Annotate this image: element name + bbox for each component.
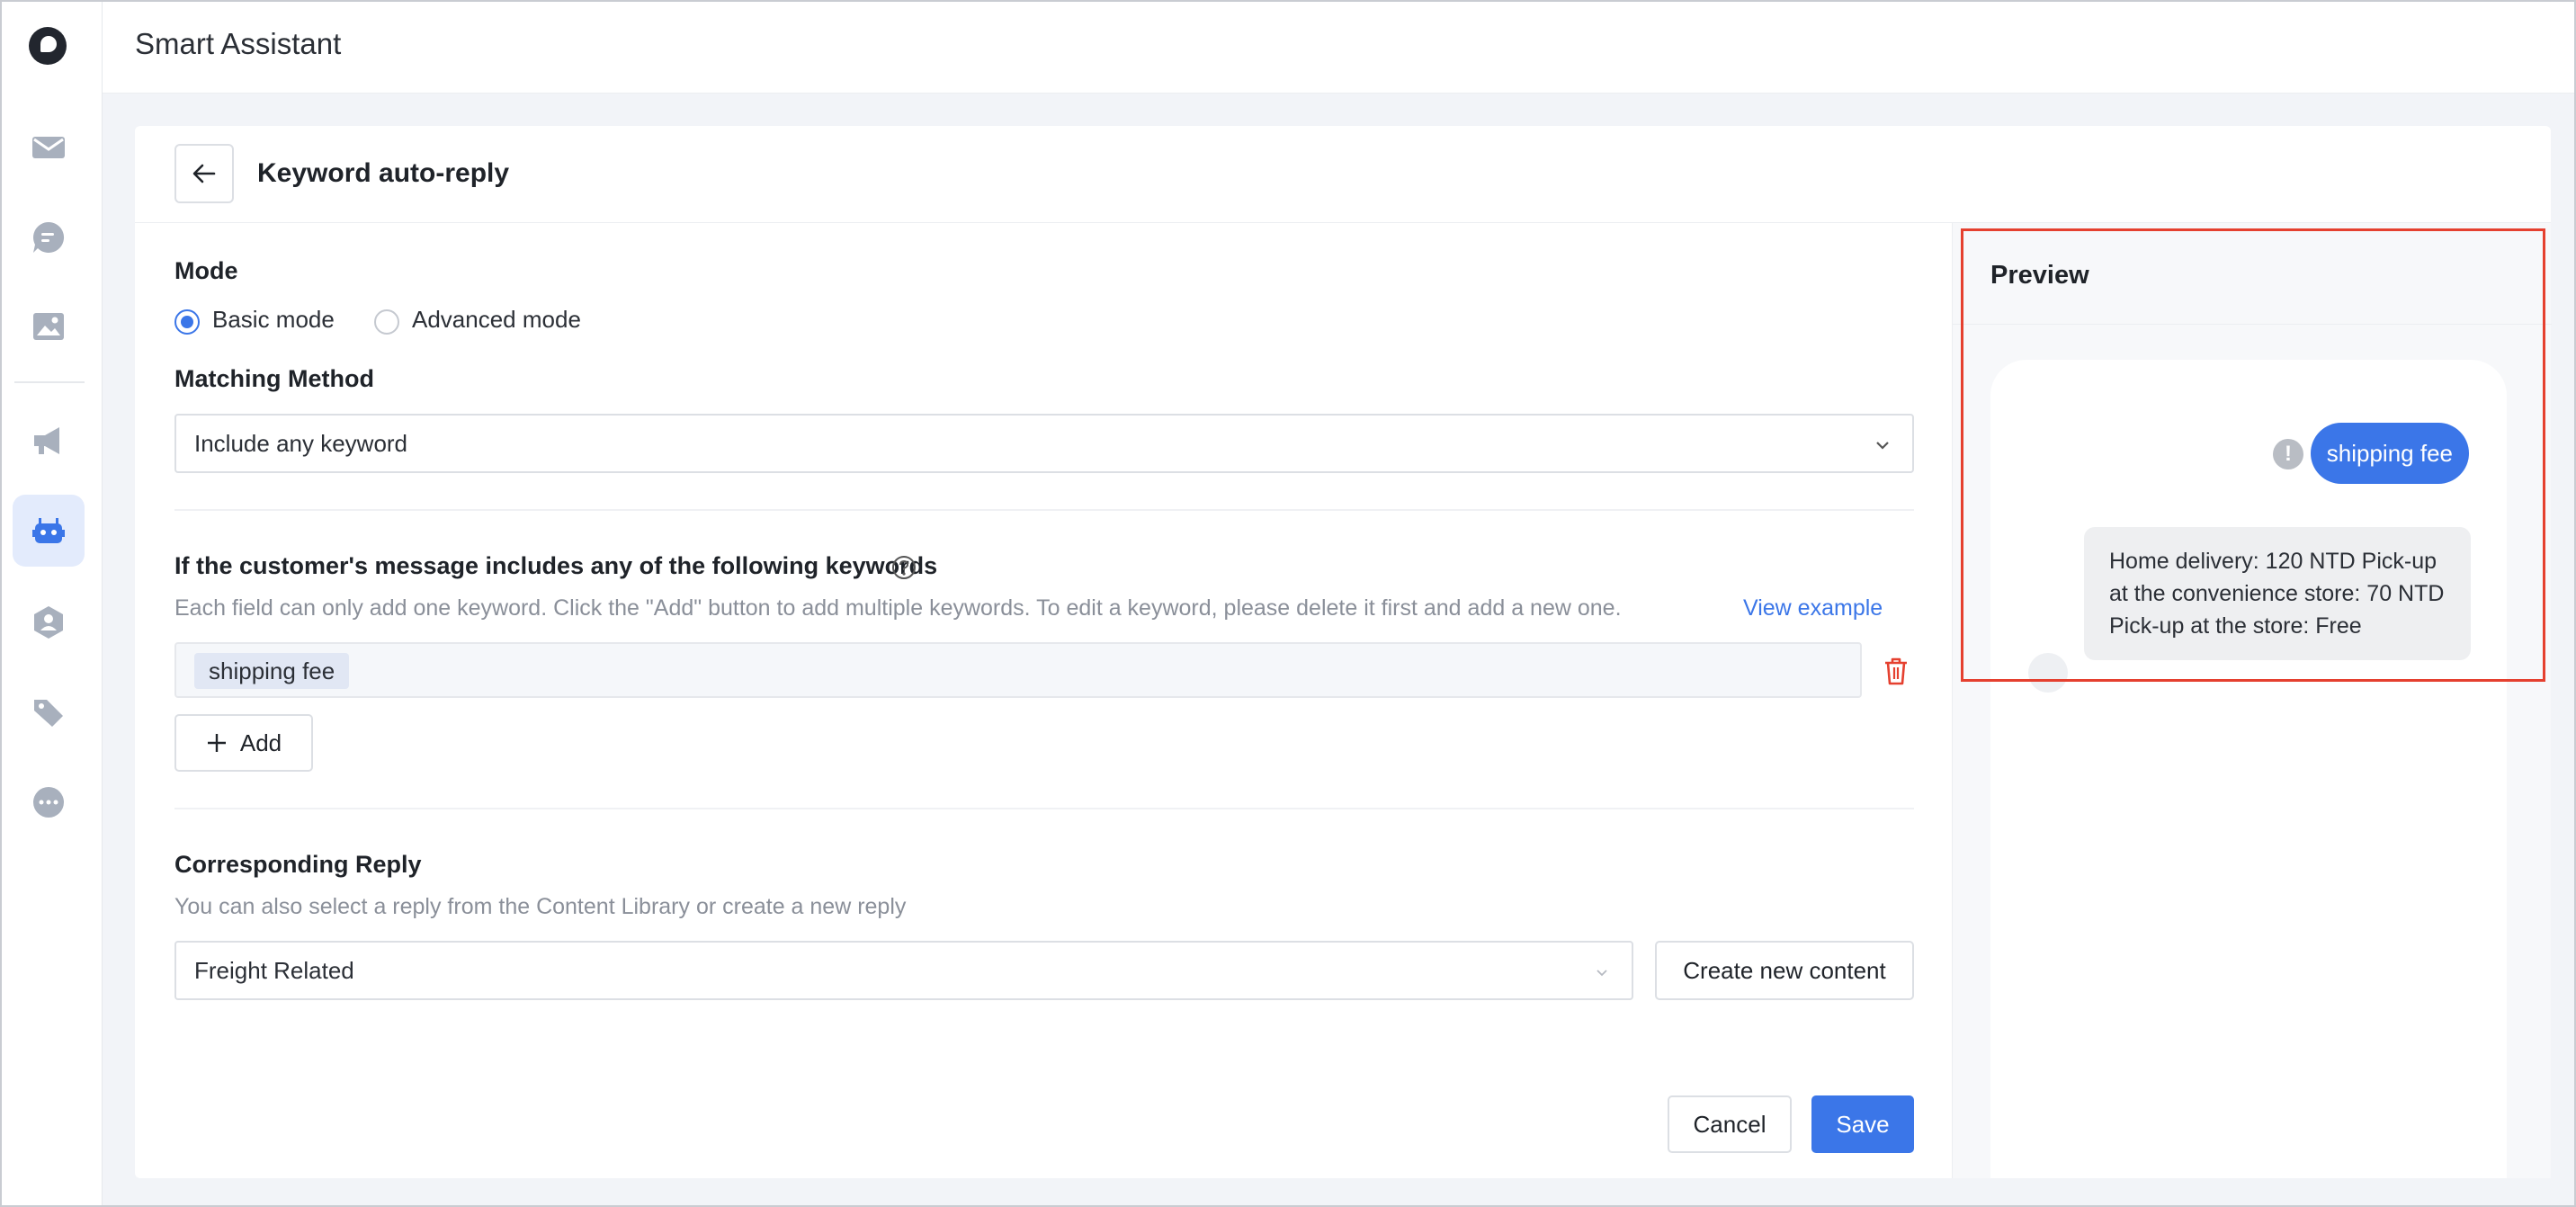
save-button[interactable]: Save xyxy=(1811,1095,1914,1153)
sidebar-item-media[interactable] xyxy=(13,291,85,363)
sidebar-divider xyxy=(14,381,85,383)
broadcast-icon xyxy=(34,427,59,454)
plus-icon xyxy=(207,734,226,752)
tag-icon xyxy=(34,700,63,727)
section-divider xyxy=(174,509,1914,511)
help-icon[interactable] xyxy=(890,554,917,581)
mode-label: Mode xyxy=(174,257,238,284)
chevron-down-icon xyxy=(1876,442,1889,450)
create-content-label: Create new content xyxy=(1683,956,1886,984)
basic-mode-radio[interactable] xyxy=(174,309,200,335)
advanced-mode-radio[interactable] xyxy=(374,309,399,335)
sidebar xyxy=(0,0,103,1207)
keywords-label: If the customer's message includes any o… xyxy=(174,552,938,579)
back-button[interactable] xyxy=(174,144,234,203)
more-icon xyxy=(33,787,64,818)
preview-highlight-box xyxy=(1961,228,2545,682)
matching-method-select[interactable]: Include any keyword xyxy=(174,414,1914,473)
sidebar-item-more[interactable] xyxy=(13,766,85,838)
sidebar-item-chat[interactable] xyxy=(13,201,85,273)
arrow-left-icon xyxy=(192,164,216,183)
create-content-button[interactable]: Create new content xyxy=(1655,941,1914,1000)
keyword-tag[interactable]: shipping fee xyxy=(194,653,350,689)
add-keyword-button[interactable]: Add xyxy=(174,714,313,772)
matching-method-value: Include any keyword xyxy=(194,430,408,457)
advanced-mode-label[interactable]: Advanced mode xyxy=(412,306,581,334)
chevron-down-icon xyxy=(1597,970,1607,977)
save-label: Save xyxy=(1836,1110,1890,1138)
bot-icon xyxy=(32,518,65,543)
sidebar-item-broadcast[interactable] xyxy=(13,405,85,477)
keyword-input[interactable]: shipping fee xyxy=(174,642,1862,698)
basic-mode-label[interactable]: Basic mode xyxy=(212,306,335,334)
top-bar: Smart Assistant xyxy=(103,0,2576,94)
reply-value: Freight Related xyxy=(194,957,354,984)
sidebar-item-inbox[interactable] xyxy=(13,112,85,183)
add-keyword-label: Add xyxy=(239,729,282,756)
app-title: Smart Assistant xyxy=(135,27,342,60)
reply-hint: You can also select a reply from the Con… xyxy=(174,894,907,919)
logo-icon xyxy=(29,27,67,65)
card-header: Keyword auto-reply xyxy=(135,126,2551,223)
reply-label: Corresponding Reply xyxy=(174,851,422,878)
chat-icon xyxy=(33,221,65,253)
sidebar-item-customers[interactable] xyxy=(13,586,85,658)
inbox-icon xyxy=(32,137,65,158)
section-divider xyxy=(174,808,1914,809)
sidebar-item-auto-reply[interactable] xyxy=(13,495,85,567)
matching-method-label: Matching Method xyxy=(174,365,374,392)
image-library-icon xyxy=(33,313,64,340)
customer-icon xyxy=(34,606,63,639)
delete-icon[interactable] xyxy=(1880,655,1912,687)
cancel-label: Cancel xyxy=(1693,1110,1767,1138)
page-title: Keyword auto-reply xyxy=(257,158,510,188)
view-example-link[interactable]: View example xyxy=(1743,595,1883,621)
cancel-button[interactable]: Cancel xyxy=(1668,1095,1792,1153)
reply-select[interactable]: Freight Related xyxy=(174,941,1633,1000)
sidebar-item-tags[interactable] xyxy=(13,676,85,748)
keywords-hint: Each field can only add one keyword. Cli… xyxy=(174,595,1622,621)
